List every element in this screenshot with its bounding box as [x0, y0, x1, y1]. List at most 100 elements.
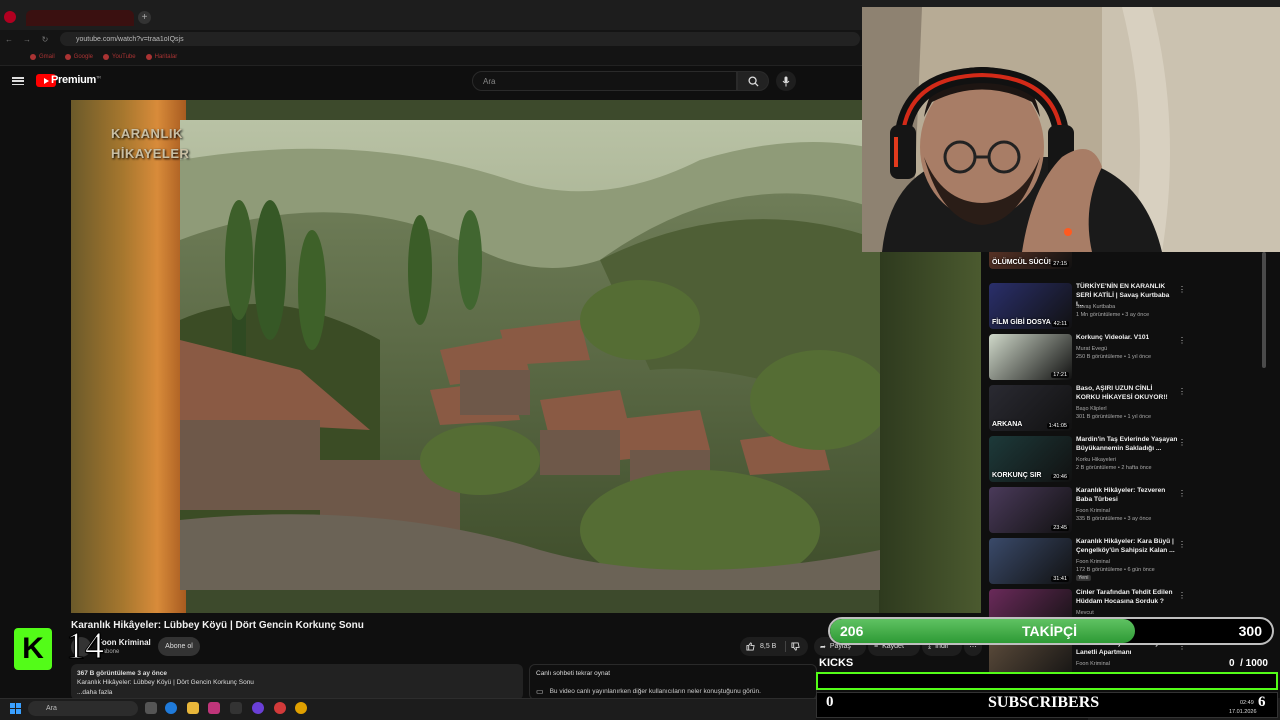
- description-box[interactable]: 367 B görüntüleme 3 ay önce Karanlık Hik…: [71, 664, 523, 700]
- new-badge: Yeni: [1076, 574, 1091, 581]
- recommended-video[interactable]: KORKUNÇ SIR 20:46 Mardin'in Taş Evlerinde …: [988, 434, 1188, 482]
- recommended-video[interactable]: FİLM GİBİ DOSYA 42:11 TÜRKİYE'NİN EN KARAN…: [988, 281, 1188, 329]
- recommended-channel[interactable]: Korku Hikayeleri: [1076, 457, 1152, 465]
- back-icon[interactable]: ←: [4, 34, 14, 44]
- video-duration: 23:45: [1051, 525, 1069, 531]
- bookmark-label: Gmail: [39, 53, 55, 60]
- recommended-stats: 172 B görüntüleme • 6 gün önce: [1076, 566, 1155, 573]
- recommended-video-meta: Korku Hikayeleri 2 B görüntüleme • 2 haft…: [1076, 457, 1152, 473]
- recommended-channel[interactable]: Savaş Kurtbaba: [1076, 304, 1149, 312]
- follower-goal: 300: [1238, 623, 1262, 639]
- recommended-video[interactable]: 17:21 Korkunç Videolar. V101 Murat Evegü 25…: [988, 332, 1188, 380]
- search-button[interactable]: [737, 71, 769, 91]
- forward-icon[interactable]: →: [22, 34, 32, 44]
- more-options-icon[interactable]: ⋮: [1178, 336, 1186, 345]
- follower-goal-bar: 206 TAKİPÇİ 300: [828, 617, 1274, 645]
- app-icon[interactable]: [230, 702, 242, 714]
- channel-name[interactable]: Foon Kriminal: [97, 638, 151, 647]
- thumbnail-caption: ÖLÜMCÜL SÜCÜ!: [992, 259, 1051, 266]
- chat-replay-box[interactable]: Canlı sohbeti tekrar oynat ▭ Bu video ca…: [529, 664, 817, 700]
- video-thumbnail[interactable]: 31:41: [989, 538, 1072, 584]
- windows-start-icon[interactable]: [10, 703, 21, 714]
- video-thumbnail[interactable]: 17:21: [989, 334, 1072, 380]
- bookmark-google[interactable]: Google: [64, 53, 93, 60]
- more-options-icon[interactable]: ⋮: [1178, 438, 1186, 447]
- voice-search-button[interactable]: [776, 71, 796, 91]
- subscribe-button[interactable]: Abone ol: [158, 637, 200, 656]
- recommended-channel[interactable]: Murat Evegü: [1076, 346, 1151, 354]
- recommended-video-title[interactable]: Karanlık Hikâyeler: Tezveren Baba Türbes…: [1076, 487, 1178, 505]
- video-thumbnail[interactable]: 23:45: [989, 487, 1072, 533]
- recommended-video[interactable]: 23:45 Karanlık Hikâyeler: Tezveren Baba T…: [988, 485, 1188, 533]
- recommended-video[interactable]: ÖLÜMCÜL SÜCÜ!27:15Foon Kriminal323 B gör…: [988, 250, 1188, 269]
- recommended-video-title[interactable]: Mardin'in Taş Evlerinde Yaşayan Büyükann…: [1076, 436, 1178, 454]
- recommended-channel[interactable]: Foon Kriminal: [1076, 508, 1151, 516]
- video-duration: 27:15: [1051, 261, 1069, 267]
- video-thumbnail[interactable]: ARKANA 1:41:05: [989, 385, 1072, 431]
- recommended-video-meta: Başo Kliplerl 301 B görüntüleme • 1 yıl ö…: [1076, 406, 1151, 422]
- logo-text: Premium: [51, 74, 96, 86]
- clock-date[interactable]: 17.01.2026: [1229, 709, 1257, 715]
- bookmark-gmail[interactable]: Gmail: [30, 53, 55, 60]
- app-icon[interactable]: [208, 702, 220, 714]
- show-more-link[interactable]: ...daha fazla: [77, 688, 517, 697]
- kick-counter: 14: [66, 625, 105, 668]
- recommended-channel[interactable]: Başo Kliplerl: [1076, 406, 1151, 414]
- recommended-video-title[interactable]: Baso, AŞIRI UZUN CİNLİ KORKU HİKAYESİ OK…: [1076, 385, 1178, 403]
- browser-tab[interactable]: [26, 10, 134, 26]
- chat-replay-text: Bu video canlı yayınlanırken diğer kulla…: [549, 688, 761, 695]
- thumbs-up-icon[interactable]: [746, 642, 755, 651]
- recommended-video-meta: Savaş Kurtbaba 1 Mn görüntüleme • 3 ay ön…: [1076, 304, 1149, 320]
- menu-icon[interactable]: [12, 75, 24, 87]
- recommended-video-title[interactable]: Korkunç Videolar. V101: [1076, 334, 1178, 343]
- more-options-icon[interactable]: ⋮: [1178, 591, 1186, 600]
- url-field[interactable]: youtube.com/watch?v=traa1oIQsjs: [60, 32, 860, 46]
- more-options-icon[interactable]: ⋮: [1178, 387, 1186, 396]
- bookmark-youtube[interactable]: YouTube: [103, 53, 136, 60]
- video-thumbnail[interactable]: KORKUNÇ SIR 20:46: [989, 436, 1072, 482]
- recommended-video[interactable]: ARKANA 1:41:05 Baso, AŞIRI UZUN CİNLİ KORK…: [988, 383, 1188, 431]
- reload-icon[interactable]: ↻: [40, 34, 50, 44]
- youtube-premium-logo[interactable]: PremiumTR: [51, 74, 101, 86]
- search-input[interactable]: Ara: [472, 71, 737, 91]
- new-tab-icon[interactable]: +: [138, 11, 151, 24]
- recommended-stats: 250 B görüntüleme • 1 yıl önce: [1076, 353, 1151, 360]
- more-options-icon[interactable]: ⋮: [1178, 540, 1186, 549]
- recommended-stats: 301 B görüntüleme • 1 yıl önce: [1076, 413, 1151, 420]
- app-icon[interactable]: [252, 702, 264, 714]
- recommended-video-title[interactable]: Cinler Tarafından Tehdit Edilen Hüddam H…: [1076, 589, 1178, 607]
- recommended-video-title[interactable]: Karanlık Hikâyeler: Kara Büyü | Çengelkö…: [1076, 538, 1178, 556]
- video-player[interactable]: KARANLIK HİKAYELER: [71, 100, 981, 613]
- edge-icon[interactable]: [165, 702, 177, 714]
- description-text: Karanlık Hikâyeler: Lübbey Köyü | Dört G…: [77, 679, 254, 687]
- search-placeholder: Ara: [483, 76, 496, 86]
- taskbar-search[interactable]: Ara: [28, 701, 138, 716]
- recommended-channel[interactable]: Foon Kriminal: [1076, 661, 1110, 669]
- like-count: 8,5 B: [760, 643, 777, 650]
- recommended-video[interactable]: 31:41 Karanlık Hikâyeler: Kara Büyü | Çen…: [988, 536, 1188, 584]
- recommended-channel[interactable]: Foon Kriminal: [1076, 559, 1155, 567]
- browser-logo-icon[interactable]: [4, 11, 16, 23]
- scrollbar[interactable]: [1262, 252, 1266, 368]
- task-view-icon[interactable]: [145, 702, 157, 714]
- chrome-icon[interactable]: [295, 702, 307, 714]
- recommended-video-meta: Murat Evegü 250 B görüntüleme • 1 yıl önc…: [1076, 346, 1151, 362]
- more-options-icon[interactable]: ⋮: [1178, 285, 1186, 294]
- file-explorer-icon[interactable]: [187, 702, 199, 714]
- video-thumbnail[interactable]: ÖLÜMCÜL SÜCÜ! 27:15: [989, 250, 1072, 269]
- like-divider: [785, 641, 787, 652]
- thumbs-down-icon[interactable]: [791, 642, 801, 651]
- recommended-video-meta: Foon Kriminal 335 B görüntüleme • 3 ay ön…: [1076, 508, 1151, 524]
- like-dislike-pill[interactable]: 8,5 B: [740, 637, 808, 656]
- bookmark-maps[interactable]: Haritalar: [145, 53, 177, 60]
- clock-time[interactable]: 02:49: [1240, 700, 1254, 706]
- kicks-count: 0 / 1000: [1229, 658, 1268, 669]
- chat-replay-row: ▭ Bu video canlı yayınlanırken diğer kul…: [536, 687, 810, 696]
- video-title: Karanlık Hikâyeler: Lübbey Köyü | Dört G…: [71, 620, 364, 631]
- more-options-icon[interactable]: ⋮: [1178, 489, 1186, 498]
- follower-label: TAKİPÇİ: [1022, 623, 1077, 639]
- follower-goal-fill: [830, 619, 1135, 643]
- video-thumbnail[interactable]: FİLM GİBİ DOSYA 42:11: [989, 283, 1072, 329]
- kicks-goal-bar: [816, 672, 1278, 690]
- app-icon[interactable]: [274, 702, 286, 714]
